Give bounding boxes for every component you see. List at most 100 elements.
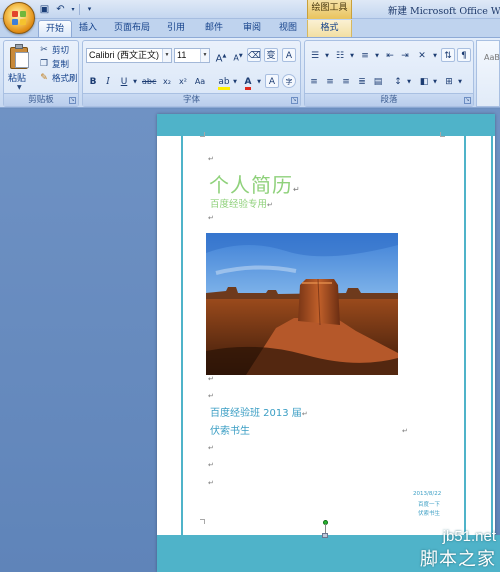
- grow-font-button[interactable]: A▲: [214, 48, 228, 64]
- shading-dropdown-icon[interactable]: ▼: [431, 74, 439, 88]
- paintbrush-icon: ✎: [40, 73, 48, 83]
- align-right-icon: ≡: [342, 77, 350, 87]
- desert-photo[interactable]: [206, 233, 398, 375]
- qat-separator: [79, 4, 80, 15]
- borders-button[interactable]: ⊞: [442, 74, 456, 88]
- shrink-font-button[interactable]: A▼: [231, 48, 245, 63]
- format-painter-label: 格式刷: [52, 74, 78, 84]
- resize-handle-icon[interactable]: [322, 533, 328, 538]
- show-marks-button[interactable]: ¶: [457, 48, 471, 62]
- resume-title[interactable]: 个人简历↵: [209, 169, 301, 198]
- bullets-dropdown-icon[interactable]: ▼: [324, 48, 330, 62]
- shading-button[interactable]: ◧: [417, 74, 431, 88]
- phonetic-icon: 变: [266, 51, 276, 61]
- tab-view[interactable]: 视图: [274, 20, 302, 37]
- highlight-button[interactable]: ab: [217, 74, 231, 90]
- chinese-layout-button[interactable]: ✕: [415, 48, 429, 62]
- styles-gallery-partial[interactable]: AaBb: [476, 40, 500, 107]
- resume-subtitle[interactable]: 百度经验专用↵: [210, 196, 273, 210]
- cut-button[interactable]: ✂ 剪切: [39, 44, 69, 56]
- superscript-button[interactable]: x²: [176, 74, 190, 88]
- class-line[interactable]: 百度经验班 2013 届↵: [210, 404, 308, 419]
- highlight-dropdown-icon[interactable]: ▼: [231, 74, 239, 88]
- clear-format-icon: ⌫: [248, 51, 261, 61]
- paint-bucket-icon: ◧: [419, 77, 429, 87]
- numbering-button[interactable]: ☷: [332, 48, 348, 62]
- quick-access-toolbar: ▣ ↶ ▾ ▾: [38, 2, 96, 17]
- tab-mailings[interactable]: 邮件: [200, 20, 228, 37]
- chevron-down-icon: ▼: [200, 49, 209, 62]
- decrease-indent-button[interactable]: ⇤: [383, 48, 397, 62]
- paste-dropdown-icon[interactable]: ▼: [17, 84, 22, 91]
- customize-qat-icon[interactable]: ▾: [83, 3, 96, 16]
- paragraph-mark-icon: ↵: [208, 461, 214, 469]
- change-case-button[interactable]: Aa: [192, 74, 208, 88]
- font-color-dropdown-icon[interactable]: ▼: [255, 74, 263, 88]
- enclose-chars-button[interactable]: 字: [282, 74, 296, 88]
- underline-button[interactable]: U: [117, 74, 131, 88]
- tab-format[interactable]: 格式: [307, 20, 352, 37]
- format-painter-button[interactable]: ✎ 格式刷: [39, 72, 78, 84]
- chevron-down-icon: ▼: [162, 49, 171, 62]
- align-right-button[interactable]: ≡: [339, 74, 353, 88]
- phonetic-guide-button[interactable]: 变: [264, 48, 278, 62]
- distributed-icon: ▤: [373, 77, 383, 87]
- paragraph-mark-icon: ↵: [208, 479, 214, 487]
- watermark: jb51.net 脚本之家: [400, 526, 500, 572]
- paragraph-group: ☰ ▼ ☷ ▼ ≡ ▼ ⇤ ⇥ ✕ ▼ ⇅ ¶ ≡ ≡ ≡ ≣ ▤ ↕ ▼ ◧ …: [304, 40, 474, 107]
- line-spacing-button[interactable]: ↕: [391, 74, 405, 88]
- justify-button[interactable]: ≣: [355, 74, 369, 88]
- office-button[interactable]: [3, 2, 35, 34]
- paste-label[interactable]: 粘贴: [8, 71, 26, 84]
- multilevel-list-button[interactable]: ≡: [357, 48, 373, 62]
- align-center-button[interactable]: ≡: [323, 74, 337, 88]
- paragraph-launcher-icon[interactable]: ↘: [464, 97, 471, 104]
- copy-button[interactable]: ❐ 复制: [39, 58, 69, 70]
- watermark-site-name: 脚本之家: [420, 549, 496, 570]
- font-size-select[interactable]: 11 ▼: [174, 48, 210, 63]
- chinese-layout-dropdown-icon[interactable]: ▼: [431, 48, 439, 62]
- align-left-button[interactable]: ≡: [307, 74, 321, 88]
- save-icon[interactable]: ▣: [38, 3, 51, 16]
- tab-references[interactable]: 引用: [162, 20, 190, 37]
- undo-icon[interactable]: ↶: [54, 3, 67, 16]
- enclose-chars-icon: 字: [285, 78, 293, 86]
- bullets-button[interactable]: ☰: [307, 48, 323, 62]
- font-launcher-icon[interactable]: ↘: [291, 97, 298, 104]
- multilevel-dropdown-icon[interactable]: ▼: [374, 48, 380, 62]
- name-line[interactable]: 伏索书生: [210, 422, 250, 437]
- mini-date: 2013/8/22: [413, 491, 442, 497]
- underline-dropdown-icon[interactable]: ▼: [131, 74, 139, 88]
- decrease-indent-icon: ⇤: [386, 51, 394, 61]
- font-name-select[interactable]: Calibri (西文正文) ▼: [86, 48, 172, 63]
- tab-page-layout[interactable]: 页面布局: [108, 20, 156, 37]
- tab-home[interactable]: 开始: [38, 20, 72, 37]
- ribbon: 粘贴 ▼ ✂ 剪切 ❐ 复制 ✎ 格式刷 剪贴板 ↘ Calibri (西文正文…: [0, 37, 500, 108]
- bold-button[interactable]: B: [86, 74, 100, 88]
- char-border-button[interactable]: A: [282, 48, 296, 62]
- numbering-dropdown-icon[interactable]: ▼: [349, 48, 355, 62]
- undo-dropdown-icon[interactable]: ▾: [70, 3, 76, 16]
- bullets-icon: ☰: [310, 51, 320, 61]
- clipboard-launcher-icon[interactable]: ↘: [69, 97, 76, 104]
- numbering-icon: ☷: [335, 51, 345, 61]
- paste-button[interactable]: [9, 44, 31, 70]
- subscript-button[interactable]: x₂: [160, 74, 174, 88]
- increase-indent-button[interactable]: ⇥: [398, 48, 412, 62]
- tab-review[interactable]: 审阅: [238, 20, 266, 37]
- ribbon-tabs: 开始 插入 页面布局 引用 邮件 审阅 视图 格式: [0, 19, 500, 37]
- paragraph-mark-icon: ↵: [208, 375, 214, 383]
- distributed-button[interactable]: ▤: [371, 74, 385, 88]
- line-spacing-dropdown-icon[interactable]: ▼: [405, 74, 413, 88]
- font-group-label: 字体: [83, 93, 300, 106]
- clear-format-button[interactable]: ⌫: [247, 48, 261, 62]
- italic-button[interactable]: I: [101, 74, 115, 88]
- char-shading-button[interactable]: A: [265, 74, 279, 88]
- font-color-button[interactable]: A: [241, 74, 255, 90]
- mini-line-3: 伏索书生: [418, 511, 441, 517]
- watermark-url: jb51.net: [442, 528, 496, 545]
- borders-dropdown-icon[interactable]: ▼: [456, 74, 464, 88]
- strikethrough-button[interactable]: abc: [141, 74, 157, 88]
- sort-button[interactable]: ⇅: [441, 48, 455, 62]
- tab-insert[interactable]: 插入: [74, 20, 102, 37]
